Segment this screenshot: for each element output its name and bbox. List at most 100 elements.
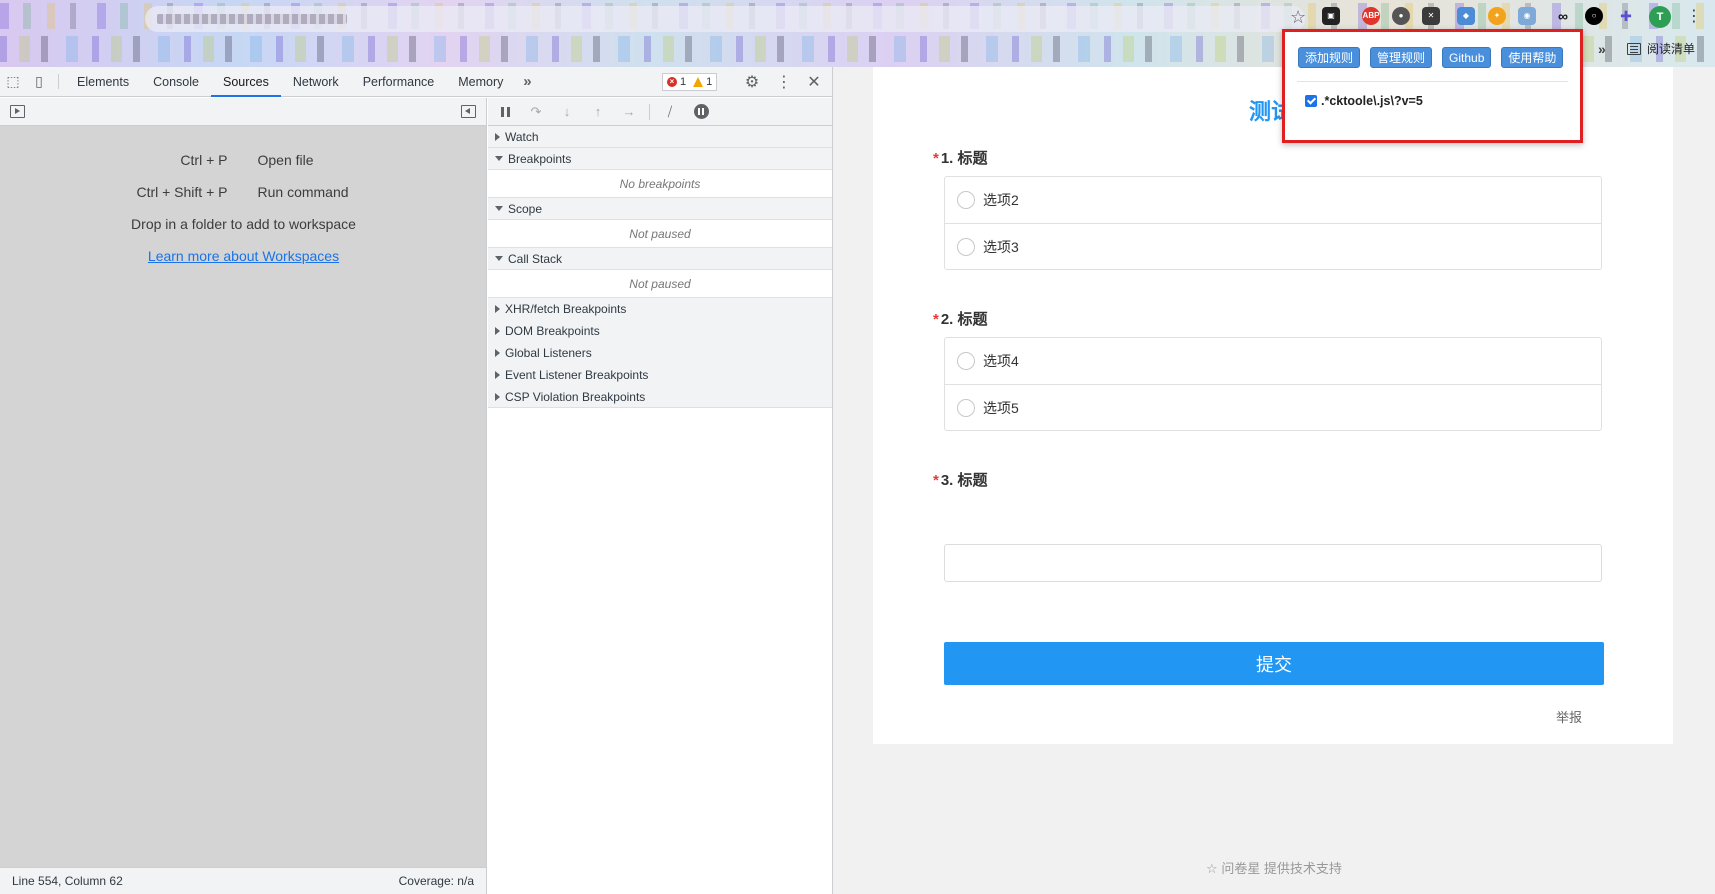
address-bar[interactable] bbox=[145, 6, 1305, 32]
cursor-position: Line 554, Column 62 bbox=[12, 874, 123, 888]
extensions-puzzle-icon[interactable]: ✚ bbox=[1617, 7, 1635, 25]
radio-button[interactable] bbox=[957, 191, 975, 209]
infinity-extension-icon[interactable]: ∞ bbox=[1554, 7, 1572, 25]
step-out-icon[interactable]: ↑ bbox=[587, 101, 609, 123]
extension-icon-circle[interactable]: ○ bbox=[1585, 7, 1603, 25]
web-page: 测试 * 1. 标题 选项2 选项3 * 2. 标题 选项4 选项5 * 3. 标题 … bbox=[833, 67, 1715, 894]
add-rule-button[interactable]: 添加规则 bbox=[1298, 47, 1361, 68]
expand-arrow-icon bbox=[495, 132, 500, 141]
pane-title: Global Listeners bbox=[505, 346, 592, 360]
pane-title: Breakpoints bbox=[508, 151, 572, 166]
popup-divider bbox=[1297, 81, 1568, 82]
option-label: 选项4 bbox=[983, 353, 1019, 369]
sources-editor-area: Ctrl + P Open file Ctrl + Shift + P Run … bbox=[0, 98, 487, 894]
option-row[interactable]: 选项4 bbox=[945, 338, 1601, 384]
tab-performance[interactable]: Performance bbox=[351, 67, 447, 96]
expand-arrow-icon bbox=[495, 305, 500, 313]
radio-button[interactable] bbox=[957, 237, 975, 256]
extension-icon-x[interactable]: ✕ bbox=[1422, 7, 1440, 25]
learn-more-workspaces-link[interactable]: Learn more about Workspaces bbox=[0, 240, 487, 272]
warning-count: 1 bbox=[706, 76, 713, 88]
help-button[interactable]: 使用帮助 bbox=[1501, 47, 1564, 68]
shortcut-open-file: Ctrl + P Open file bbox=[0, 144, 487, 176]
option-row[interactable]: 选项5 bbox=[945, 384, 1601, 430]
question-3-text-input[interactable] bbox=[944, 544, 1602, 582]
pane-title: Call Stack bbox=[508, 251, 563, 266]
profile-avatar[interactable]: T bbox=[1649, 6, 1671, 28]
close-devtools-icon[interactable]: ✕ bbox=[804, 67, 824, 97]
option-row[interactable]: 选项2 bbox=[945, 177, 1601, 223]
expand-arrow-icon bbox=[495, 349, 500, 357]
submit-button[interactable]: 提交 bbox=[944, 642, 1604, 685]
debugger-sidebar: ↷ ↓ ↑ → ⧸ Watch Breakpoints No breakpoin… bbox=[488, 98, 832, 894]
shortcut-label: Open file bbox=[257, 152, 314, 168]
reading-list-label: 阅读清单 bbox=[1647, 42, 1696, 56]
bookmarks-overflow-icon[interactable]: » bbox=[1598, 41, 1606, 57]
step-over-icon[interactable]: ↷ bbox=[525, 101, 547, 123]
bookmark-star-icon[interactable]: ☆ bbox=[1290, 6, 1306, 28]
pane-dom-breakpoints[interactable]: DOM Breakpoints bbox=[488, 320, 832, 342]
issues-counter[interactable]: × 1 1 bbox=[662, 73, 718, 91]
radio-button[interactable] bbox=[957, 352, 975, 370]
extension-icon-6[interactable]: ✦ bbox=[1488, 7, 1506, 25]
shortcut-key: Ctrl + Shift + P bbox=[136, 184, 228, 200]
inspect-element-icon[interactable]: ⬚ bbox=[0, 67, 26, 96]
pane-watch[interactable]: Watch bbox=[488, 126, 832, 148]
editor-placeholder: Ctrl + P Open file Ctrl + Shift + P Run … bbox=[0, 144, 487, 272]
scope-empty: Not paused bbox=[488, 220, 832, 248]
radio-button[interactable] bbox=[957, 398, 975, 417]
devtools-menu-icon[interactable]: ⋮ bbox=[774, 67, 794, 97]
coverage-status[interactable]: Coverage: n/a bbox=[399, 874, 474, 888]
tab-elements[interactable]: Elements bbox=[65, 67, 141, 96]
settings-gear-icon[interactable]: ⚙ bbox=[740, 67, 764, 97]
url-text-blurred bbox=[157, 14, 347, 24]
pane-global-listeners[interactable]: Global Listeners bbox=[488, 342, 832, 364]
pane-scope[interactable]: Scope bbox=[488, 198, 832, 220]
reading-list-button[interactable]: 阅读清单 bbox=[1627, 40, 1695, 57]
rule-item[interactable]: .*cktoole\.js\?v=5 bbox=[1305, 94, 1423, 108]
drop-folder-hint: Drop in a folder to add to workspace bbox=[131, 216, 356, 232]
pause-on-exceptions-icon bbox=[693, 104, 709, 119]
pane-breakpoints[interactable]: Breakpoints bbox=[488, 148, 832, 170]
github-button[interactable]: Github bbox=[1442, 47, 1492, 68]
step-icon[interactable]: → bbox=[618, 101, 640, 123]
error-icon: × bbox=[667, 77, 677, 87]
report-link[interactable]: 举报 bbox=[1556, 707, 1582, 726]
pause-script-button[interactable] bbox=[494, 101, 516, 123]
extension-icon-7[interactable]: ◉ bbox=[1518, 7, 1536, 25]
deactivate-breakpoints-icon[interactable]: ⧸ bbox=[659, 101, 681, 123]
pane-call-stack[interactable]: Call Stack bbox=[488, 248, 832, 270]
powered-by-footer[interactable]: ☆ 问卷星 提供技术支持 bbox=[833, 858, 1715, 877]
pane-event-listener-breakpoints[interactable]: Event Listener Breakpoints bbox=[488, 364, 832, 386]
reading-list-icon bbox=[1627, 42, 1641, 55]
error-count: 1 bbox=[680, 76, 687, 88]
more-tabs-icon[interactable]: » bbox=[515, 67, 539, 96]
expand-arrow-icon bbox=[495, 371, 500, 379]
pause-on-exceptions-button[interactable] bbox=[690, 101, 712, 123]
pane-title: CSP Violation Breakpoints bbox=[505, 389, 646, 404]
extension-icon-1[interactable]: ▣ bbox=[1322, 7, 1340, 25]
toggle-navigator-icon[interactable] bbox=[10, 105, 25, 118]
option-label: 选项5 bbox=[983, 399, 1019, 416]
extension-icon-3[interactable]: ● bbox=[1392, 7, 1410, 25]
browser-menu-icon[interactable]: ⋮ bbox=[1686, 6, 1702, 28]
question-label: 1. 标题 bbox=[940, 150, 988, 167]
pane-xhr-breakpoints[interactable]: XHR/fetch Breakpoints bbox=[488, 298, 832, 320]
popup-toolbar: 添加规则 管理规则 Github 使用帮助 bbox=[1298, 47, 1564, 68]
adblock-plus-icon[interactable]: ABP bbox=[1362, 7, 1380, 25]
toggle-debugger-icon[interactable] bbox=[461, 105, 476, 118]
question-1-options: 选项2 选项3 bbox=[944, 176, 1602, 270]
device-toolbar-icon[interactable]: ▯ bbox=[26, 67, 52, 96]
manage-rules-button[interactable]: 管理规则 bbox=[1370, 47, 1433, 68]
tab-network[interactable]: Network bbox=[281, 67, 351, 96]
rule-checkbox[interactable] bbox=[1305, 95, 1317, 107]
tab-console[interactable]: Console bbox=[141, 67, 211, 96]
pane-csp-violation-breakpoints[interactable]: CSP Violation Breakpoints bbox=[488, 386, 832, 408]
question-label: 3. 标题 bbox=[940, 472, 988, 489]
extension-popup: 添加规则 管理规则 Github 使用帮助 .*cktoole\.js\?v=5 bbox=[1282, 29, 1583, 143]
extension-icon-5[interactable]: ◆ bbox=[1457, 7, 1475, 25]
step-into-icon[interactable]: ↓ bbox=[556, 101, 578, 123]
tab-sources[interactable]: Sources bbox=[210, 67, 281, 97]
tab-memory[interactable]: Memory bbox=[446, 67, 515, 96]
option-row[interactable]: 选项3 bbox=[945, 223, 1601, 269]
